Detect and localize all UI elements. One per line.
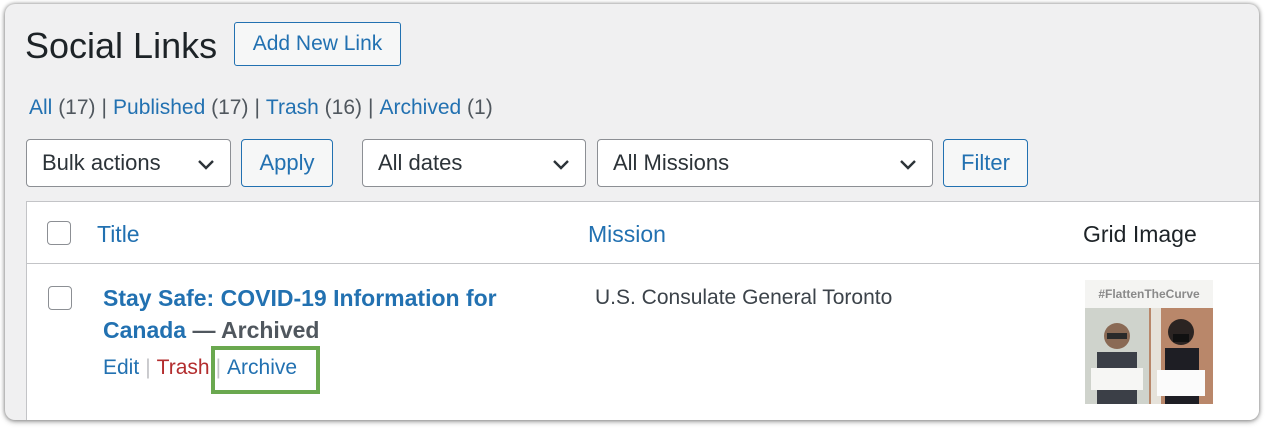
edit-link[interactable]: Edit	[103, 356, 139, 379]
chevron-down-icon	[900, 160, 916, 170]
missions-select[interactable]: All Missions	[597, 139, 933, 187]
trash-link[interactable]: Trash	[157, 356, 210, 379]
select-all-checkbox[interactable]	[47, 221, 71, 245]
view-filters: All (17) | Published (17) | Trash (16) | Archi…	[29, 96, 493, 120]
archive-highlight-box	[211, 346, 320, 394]
view-all-count: (17)	[58, 96, 96, 119]
grid-image-thumbnail[interactable]: #FlattenTheCurve	[1085, 280, 1213, 404]
view-published-link[interactable]: Published	[113, 96, 205, 119]
chevron-down-icon	[553, 160, 569, 170]
missions-value: All Missions	[613, 150, 730, 175]
admin-panel: Social Links Add New Link All (17) | Publi…	[5, 4, 1259, 420]
dates-select[interactable]: All dates	[362, 139, 586, 187]
view-trash-count: (16)	[324, 96, 363, 119]
row-checkbox[interactable]	[48, 286, 72, 310]
column-grid-image-header: Grid Image	[1083, 221, 1197, 247]
grid-image-caption: #FlattenTheCurve	[1085, 280, 1213, 308]
view-trash-link[interactable]: Trash	[266, 96, 319, 119]
table-header: Title Mission Grid Image	[27, 202, 1259, 264]
page-title: Social Links	[25, 25, 218, 66]
bulk-actions-select[interactable]: Bulk actions	[26, 139, 231, 187]
links-table: Title Mission Grid Image Stay Safe: COVI…	[26, 201, 1259, 420]
row-state: — Archived	[192, 317, 320, 343]
dates-value: All dates	[378, 150, 463, 175]
grid-image-photo	[1085, 308, 1213, 404]
separator: |	[254, 96, 260, 119]
separator: |	[368, 96, 374, 119]
row-mission: U.S. Consulate General Toronto	[595, 286, 893, 309]
separator: |	[101, 96, 108, 119]
view-published-count: (17)	[211, 96, 249, 119]
chevron-down-icon	[198, 160, 214, 170]
separator: |	[145, 356, 151, 379]
row-title: Stay Safe: COVID-19 Information for Cana…	[103, 282, 503, 346]
filter-button[interactable]: Filter	[943, 139, 1028, 187]
view-archived-link[interactable]: Archived	[380, 96, 462, 119]
column-title-header[interactable]: Title	[97, 221, 140, 248]
add-new-link-button[interactable]: Add New Link	[234, 22, 401, 66]
bulk-actions-value: Bulk actions	[42, 150, 161, 175]
view-all-link[interactable]: All	[29, 96, 52, 119]
apply-button[interactable]: Apply	[241, 139, 333, 187]
view-archived-count: (1)	[467, 96, 493, 119]
column-mission-header[interactable]: Mission	[588, 221, 666, 248]
